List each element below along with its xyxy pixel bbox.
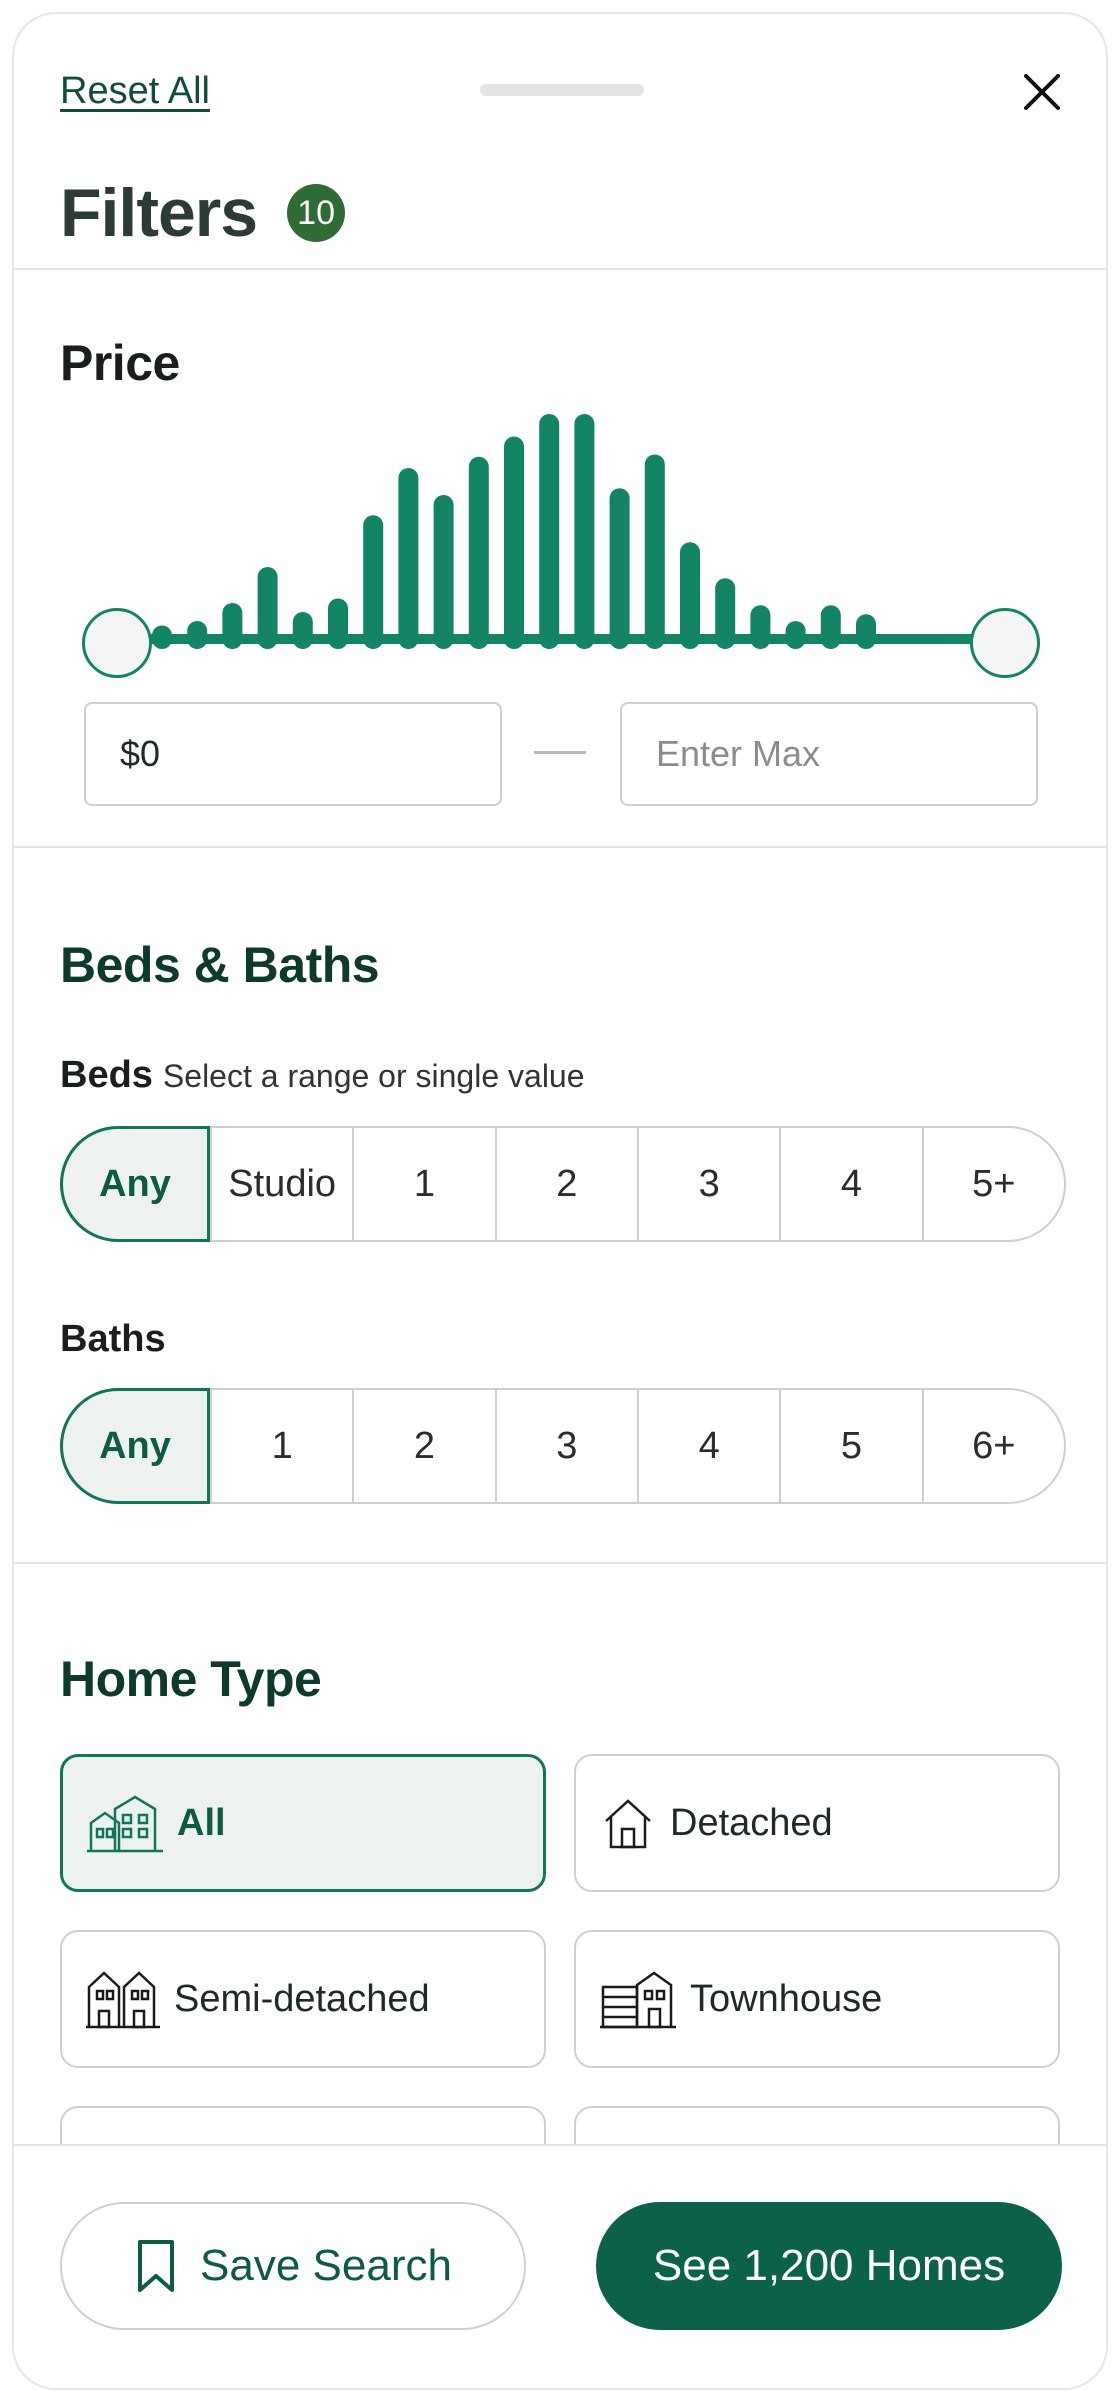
divider [14,1562,1106,1564]
price-min-input[interactable]: $0 [84,702,502,806]
title-row: Filters 10 [60,174,346,252]
baths-option-3[interactable]: 3 [494,1390,637,1502]
home-type-title: Home Type [60,1651,322,1707]
townhouse-icon [600,1971,676,2029]
beds-baths-title: Beds & Baths [60,937,380,993]
histogram-bar [609,488,630,649]
histogram-bar [680,542,700,649]
home-type-detached[interactable]: Detached [574,1754,1060,1892]
beds-option-5-plus[interactable]: 5+ [921,1128,1064,1240]
price-max-placeholder: Enter Max [656,733,821,774]
histogram-bar [433,495,454,649]
see-homes-button[interactable]: See 1,200 Homes [596,2202,1062,2330]
range-dash [534,751,586,754]
price-max-handle[interactable] [970,608,1040,678]
baths-option-2[interactable]: 2 [352,1390,494,1502]
home-type-townhouse[interactable]: Townhouse [574,1930,1060,2068]
filter-count-badge: 10 [287,184,346,242]
histogram-bar [363,515,384,649]
price-slider-track[interactable] [114,634,1014,644]
home-type-semi-detached-label: Semi-detached [174,1977,430,2020]
histogram-bar [644,454,665,649]
histogram-bar [504,436,524,649]
beds-option-any[interactable]: Any [60,1126,210,1242]
baths-option-any[interactable]: Any [60,1388,210,1504]
histogram-bar [574,414,595,649]
drag-handle[interactable] [480,84,644,96]
divider [14,268,1106,270]
beds-option-2[interactable]: 2 [494,1128,637,1240]
beds-option-3[interactable]: 3 [636,1128,779,1240]
histogram-bar [539,414,560,649]
home-type-all[interactable]: All [60,1754,546,1892]
filters-sheet: Reset All Filters 10 Price $0 Enter Max … [12,12,1108,2390]
baths-option-6-plus[interactable]: 6+ [921,1390,1064,1502]
price-max-input[interactable]: Enter Max [620,702,1038,806]
beds-label: Beds [60,1054,153,1096]
home-type-detached-label: Detached [670,1801,833,1844]
histogram-bar [468,456,489,649]
beds-option-1[interactable]: 1 [352,1128,494,1240]
price-min-handle[interactable] [82,608,152,678]
baths-option-1[interactable]: 1 [210,1390,352,1502]
baths-option-4[interactable]: 4 [636,1390,779,1502]
baths-selector: Any 1 2 3 4 5 6+ [60,1388,1066,1504]
close-icon[interactable] [1018,68,1066,116]
house-icon [605,1799,651,1849]
beds-option-studio[interactable]: Studio [210,1128,352,1240]
reset-all-link[interactable]: Reset All [60,70,210,113]
see-homes-label: See 1,200 Homes [652,2241,1006,2290]
price-min-value: $0 [120,733,161,774]
price-histogram [152,414,876,649]
divider [14,846,1106,848]
bookmark-icon [138,2240,175,2292]
beds-hint: Select a range or single value [162,1058,585,1094]
buildings-icon [87,1795,163,1853]
histogram-bar [398,468,419,649]
page-title: Filters [60,175,258,251]
baths-label: Baths [60,1318,166,1360]
save-search-label: Save Search [200,2241,452,2290]
price-title: Price [60,335,180,391]
beds-option-4[interactable]: 4 [779,1128,921,1240]
home-type-townhouse-label: Townhouse [690,1977,883,2020]
baths-option-5[interactable]: 5 [779,1390,921,1502]
save-search-button[interactable]: Save Search [60,2202,526,2330]
home-type-all-label: All [177,1801,226,1844]
beds-label-row: Beds Select a range or single value [60,1054,585,1097]
beds-selector: Any Studio 1 2 3 4 5+ [60,1126,1066,1242]
semi-detached-icon [86,1971,160,2029]
footer-bar: Save Search See 1,200 Homes [14,2144,1106,2388]
home-type-semi-detached[interactable]: Semi-detached [60,1930,546,2068]
